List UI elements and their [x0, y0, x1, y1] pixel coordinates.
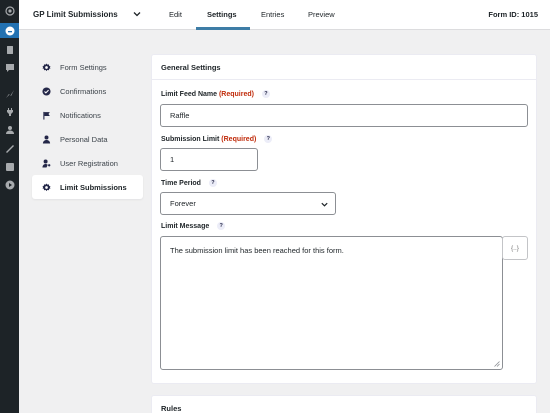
nav-item-label: Confirmations — [60, 86, 107, 96]
flag-icon — [42, 111, 51, 120]
resize-handle-icon[interactable] — [494, 361, 500, 367]
feed-name-label: Limit Feed Name (Required) ? — [161, 90, 270, 98]
media-play-icon[interactable] — [4, 179, 15, 190]
tools-icon[interactable] — [4, 143, 15, 154]
pages-icon[interactable] — [4, 44, 15, 55]
required-indicator: (Required) — [218, 91, 254, 98]
limit-message-value: The submission limit has been reached fo… — [170, 246, 344, 255]
limit-message-textarea[interactable]: The submission limit has been reached fo… — [160, 236, 503, 370]
nav-item-user-registration[interactable]: User Registration — [32, 151, 143, 175]
general-settings-panel: General Settings Limit Feed Name (Requir… — [151, 54, 537, 384]
form-toolbar: GP Limit Submissions Edit Settings Entri… — [19, 0, 550, 30]
chevron-down-icon — [321, 202, 328, 207]
help-icon[interactable]: ? — [261, 90, 270, 98]
gear-icon — [42, 62, 51, 72]
submission-limit-value: 1 — [170, 155, 175, 164]
submission-limit-label: Submission Limit (Required) ? — [161, 135, 273, 143]
wp-admin-sidebar — [0, 0, 19, 413]
panel-heading: Rules — [161, 404, 182, 413]
nav-item-label: Notifications — [60, 110, 101, 120]
nav-item-limit-submissions[interactable]: Limit Submissions — [32, 175, 143, 199]
tab-preview[interactable]: Preview — [308, 10, 335, 19]
wordpress-dashboard-icon[interactable] — [4, 5, 15, 16]
gravity-forms-icon[interactable] — [4, 25, 15, 36]
gear-icon — [42, 182, 51, 192]
panel-heading: General Settings — [152, 55, 536, 80]
time-period-value: Forever — [170, 199, 196, 208]
nav-item-form-settings[interactable]: Form Settings — [32, 55, 143, 79]
limit-message-label: Limit Message ? — [161, 222, 226, 230]
help-icon[interactable]: ? — [217, 222, 226, 230]
chevron-down-icon[interactable] — [132, 9, 142, 19]
nav-item-label: Form Settings — [60, 62, 107, 72]
help-icon[interactable]: ? — [208, 179, 217, 187]
feed-name-value: Raffle — [170, 111, 190, 120]
tab-entries[interactable]: Entries — [261, 10, 284, 19]
required-indicator: (Required) — [221, 136, 257, 143]
nav-item-notifications[interactable]: Notifications — [32, 103, 143, 127]
active-tab-indicator — [196, 27, 250, 30]
settings-icon[interactable] — [4, 161, 15, 172]
help-icon[interactable]: ? — [264, 135, 273, 143]
nav-item-label: Limit Submissions — [60, 182, 127, 192]
tab-settings[interactable]: Settings — [207, 10, 237, 19]
person-icon — [42, 135, 51, 144]
feed-name-input[interactable]: Raffle — [160, 104, 528, 127]
appearance-icon[interactable] — [4, 88, 15, 99]
rules-panel: Rules — [151, 395, 537, 413]
user-key-icon — [42, 159, 51, 168]
users-icon[interactable] — [4, 124, 15, 135]
tab-edit[interactable]: Edit — [169, 10, 182, 19]
settings-nav: Form Settings Confirmations Notification… — [32, 55, 143, 199]
time-period-select[interactable]: Forever — [160, 192, 336, 215]
check-circle-icon — [42, 86, 51, 96]
nav-item-label: Personal Data — [60, 134, 108, 144]
nav-item-confirmations[interactable]: Confirmations — [32, 79, 143, 103]
form-title[interactable]: GP Limit Submissions — [33, 10, 118, 19]
merge-tag-button[interactable]: {..} — [502, 236, 528, 260]
comments-icon[interactable] — [4, 62, 15, 73]
submission-limit-input[interactable]: 1 — [160, 148, 258, 171]
time-period-label: Time Period ? — [161, 179, 217, 187]
nav-item-label: User Registration — [60, 158, 118, 168]
nav-item-personal-data[interactable]: Personal Data — [32, 127, 143, 151]
plugins-icon[interactable] — [4, 106, 15, 117]
form-id: Form ID: 1015 — [488, 10, 538, 19]
